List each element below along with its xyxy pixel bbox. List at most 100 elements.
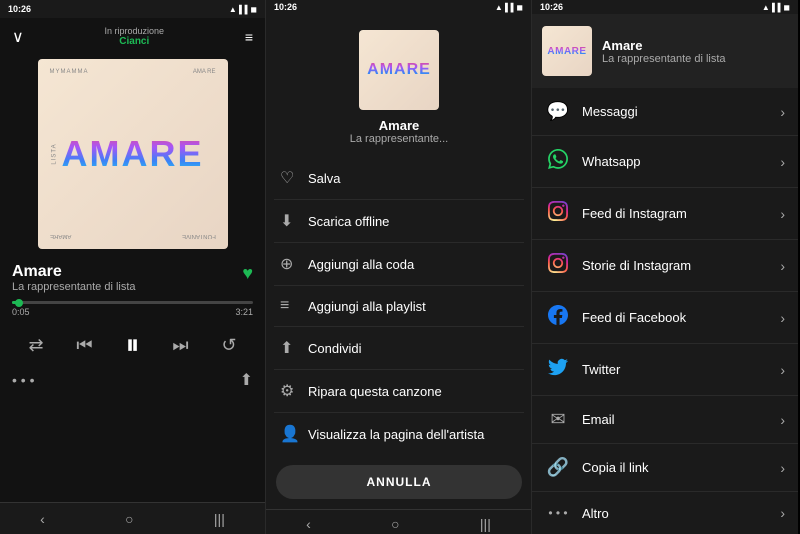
salva-label: Salva bbox=[308, 171, 341, 186]
cm-item-ripara[interactable]: ⚙ Ripara questa canzone bbox=[274, 370, 524, 413]
sp-item-left-messaggi: 💬 Messaggi bbox=[546, 101, 638, 122]
nav-back-2[interactable]: ‹ bbox=[306, 516, 311, 532]
altro-label: Altro bbox=[582, 506, 609, 521]
status-bar-3: 10:26 ▲ ▌▌◼ bbox=[532, 0, 798, 14]
context-menu-content: AMARE Amare La rappresentante... ♡ Salva… bbox=[266, 14, 532, 509]
annulla-button-2[interactable]: ANNULLA bbox=[276, 465, 522, 499]
playlist-icon: ≡ bbox=[280, 297, 308, 315]
share-button-np[interactable]: ⬆ bbox=[240, 370, 253, 390]
progress-times: 0:05 3:21 bbox=[12, 307, 253, 317]
shuffle-button[interactable]: ⇄ bbox=[28, 335, 43, 356]
heart-icon[interactable]: ♥ bbox=[242, 263, 253, 284]
feed-facebook-label: Feed di Facebook bbox=[582, 310, 686, 325]
cm-item-coda[interactable]: ⊕ Aggiungi alla coda bbox=[274, 243, 524, 286]
salva-icon: ♡ bbox=[280, 168, 308, 188]
chevron-down-icon[interactable]: ∨ bbox=[12, 27, 24, 47]
progress-bar-fill bbox=[12, 301, 19, 304]
share-panel-content: AMARE Amare La rappresentante di lista 💬… bbox=[532, 14, 798, 534]
messaggi-label: Messaggi bbox=[582, 104, 638, 119]
sp-item-feed-instagram[interactable]: Feed di Instagram › bbox=[532, 188, 798, 240]
status-icons-3: ▲ ▌▌◼ bbox=[762, 3, 790, 12]
now-playing-content: ∨ In riproduzione Cianci ≡ MYMAMMA AMA R… bbox=[0, 18, 265, 502]
whatsapp-label: Whatsapp bbox=[582, 154, 641, 169]
sp-item-feed-facebook[interactable]: Feed di Facebook › bbox=[532, 292, 798, 344]
sp-item-left-fb: Feed di Facebook bbox=[546, 305, 686, 330]
sp-track-artist: La rappresentante di lista bbox=[602, 53, 789, 65]
cm-item-condividi[interactable]: ⬆ Condividi bbox=[274, 327, 524, 370]
condividi-icon: ⬆ bbox=[280, 338, 308, 358]
sp-item-left-link: 🔗 Copia il link bbox=[546, 457, 648, 478]
track-info: Amare La rappresentante di lista ♥ bbox=[12, 263, 253, 293]
sp-item-twitter[interactable]: Twitter › bbox=[532, 344, 798, 396]
time-2: 10:26 bbox=[274, 2, 297, 12]
prev-button[interactable]: ⏮ bbox=[76, 335, 92, 356]
sp-item-left-storie-ig: Storie di Instagram bbox=[546, 253, 691, 278]
progress-container[interactable]: 0:05 3:21 bbox=[12, 301, 253, 317]
sp-item-messaggi[interactable]: 💬 Messaggi › bbox=[532, 88, 798, 136]
album-text-side: LISTA bbox=[51, 143, 57, 164]
cm-album-text: AMARE bbox=[367, 61, 431, 79]
sp-item-storie-instagram[interactable]: Storie di Instagram › bbox=[532, 240, 798, 292]
ripara-label: Ripara questa canzone bbox=[308, 384, 442, 399]
nav-home-1[interactable]: ○ bbox=[125, 511, 133, 527]
sp-item-whatsapp[interactable]: Whatsapp › bbox=[532, 136, 798, 188]
condividi-label: Condividi bbox=[308, 341, 361, 356]
chevron-right-email: › bbox=[780, 412, 785, 428]
cm-annulla-container: ANNULLA bbox=[266, 455, 532, 509]
panel-context-menu: 10:26 ▲ ▌▌◼ AMARE Amare La rappresentant… bbox=[266, 0, 532, 534]
chevron-right-storie-ig: › bbox=[780, 258, 785, 274]
chevron-right-fb: › bbox=[780, 310, 785, 326]
cm-item-scarica[interactable]: ⬇ Scarica offline bbox=[274, 200, 524, 243]
sp-track-info: Amare La rappresentante di lista bbox=[602, 38, 789, 65]
time-total: 3:21 bbox=[235, 307, 253, 317]
status-bar-2: 10:26 ▲ ▌▌◼ bbox=[266, 0, 531, 14]
album-text-bottom-right: FONTANIVE bbox=[182, 233, 216, 239]
play-pause-button[interactable]: ⏸ bbox=[125, 329, 139, 362]
album-text-top-left: MYMAMMA bbox=[50, 69, 89, 75]
altro-icon: • • • bbox=[546, 506, 570, 520]
filter-icon[interactable]: ≡ bbox=[245, 29, 253, 45]
nav-bar-2: ‹ ○ ||| bbox=[266, 509, 531, 534]
album-main-text: AMARE bbox=[62, 133, 204, 175]
twitter-label: Twitter bbox=[582, 362, 620, 377]
sp-item-left-altro: • • • Altro bbox=[546, 506, 609, 521]
feed-instagram-icon bbox=[546, 201, 570, 226]
next-button[interactable]: ⏭ bbox=[172, 335, 188, 356]
nav-home-2[interactable]: ○ bbox=[391, 516, 399, 532]
chevron-right-whatsapp: › bbox=[780, 154, 785, 170]
time-3: 10:26 bbox=[540, 2, 563, 12]
sp-item-copia-link[interactable]: 🔗 Copia il link › bbox=[532, 444, 798, 492]
nav-menu-1[interactable]: ||| bbox=[214, 511, 225, 527]
status-icons-1: ▲ ▌▌◼ bbox=[229, 5, 257, 14]
cm-item-salva[interactable]: ♡ Salva bbox=[274, 157, 524, 200]
sp-menu-list: 💬 Messaggi › Whatsapp › bbox=[532, 88, 798, 534]
coda-icon: ⊕ bbox=[280, 254, 308, 274]
chevron-right-messaggi: › bbox=[780, 104, 785, 120]
chevron-right-twitter: › bbox=[780, 362, 785, 378]
album-art: MYMAMMA AMA RE LISTA AMARE AMARE FONTANI… bbox=[38, 59, 228, 249]
progress-dot bbox=[15, 299, 23, 307]
chevron-right-feed-ig: › bbox=[780, 206, 785, 222]
sp-item-email[interactable]: ✉ Email › bbox=[532, 396, 798, 444]
facebook-icon bbox=[546, 305, 570, 330]
nav-bar-1: ‹ ○ ||| bbox=[0, 502, 265, 534]
sp-item-altro[interactable]: • • • Altro › bbox=[532, 492, 798, 534]
repeat-button[interactable]: ↺ bbox=[221, 335, 236, 356]
nav-back-1[interactable]: ‹ bbox=[40, 511, 45, 527]
sp-item-left-twitter: Twitter bbox=[546, 357, 620, 382]
cm-album-art: AMARE bbox=[359, 30, 439, 110]
whatsapp-icon bbox=[546, 149, 570, 174]
playlist-name: Cianci bbox=[24, 36, 245, 47]
progress-bar-bg[interactable] bbox=[12, 301, 253, 304]
more-dots-button[interactable]: • • • bbox=[12, 372, 34, 388]
storie-instagram-label: Storie di Instagram bbox=[582, 258, 691, 273]
np-header-center: In riproduzione Cianci bbox=[24, 26, 245, 47]
cm-track-artist: La rappresentante... bbox=[350, 133, 448, 145]
status-icons-2: ▲ ▌▌◼ bbox=[495, 3, 523, 12]
sp-album-text: AMARE bbox=[547, 46, 586, 57]
scarica-label: Scarica offline bbox=[308, 214, 389, 229]
cm-item-artista[interactable]: 👤 Visualizza la pagina dell'artista bbox=[274, 413, 524, 455]
cm-item-playlist[interactable]: ≡ Aggiungi alla playlist bbox=[274, 286, 524, 327]
nav-menu-2[interactable]: ||| bbox=[480, 516, 491, 532]
sp-item-left-whatsapp: Whatsapp bbox=[546, 149, 641, 174]
